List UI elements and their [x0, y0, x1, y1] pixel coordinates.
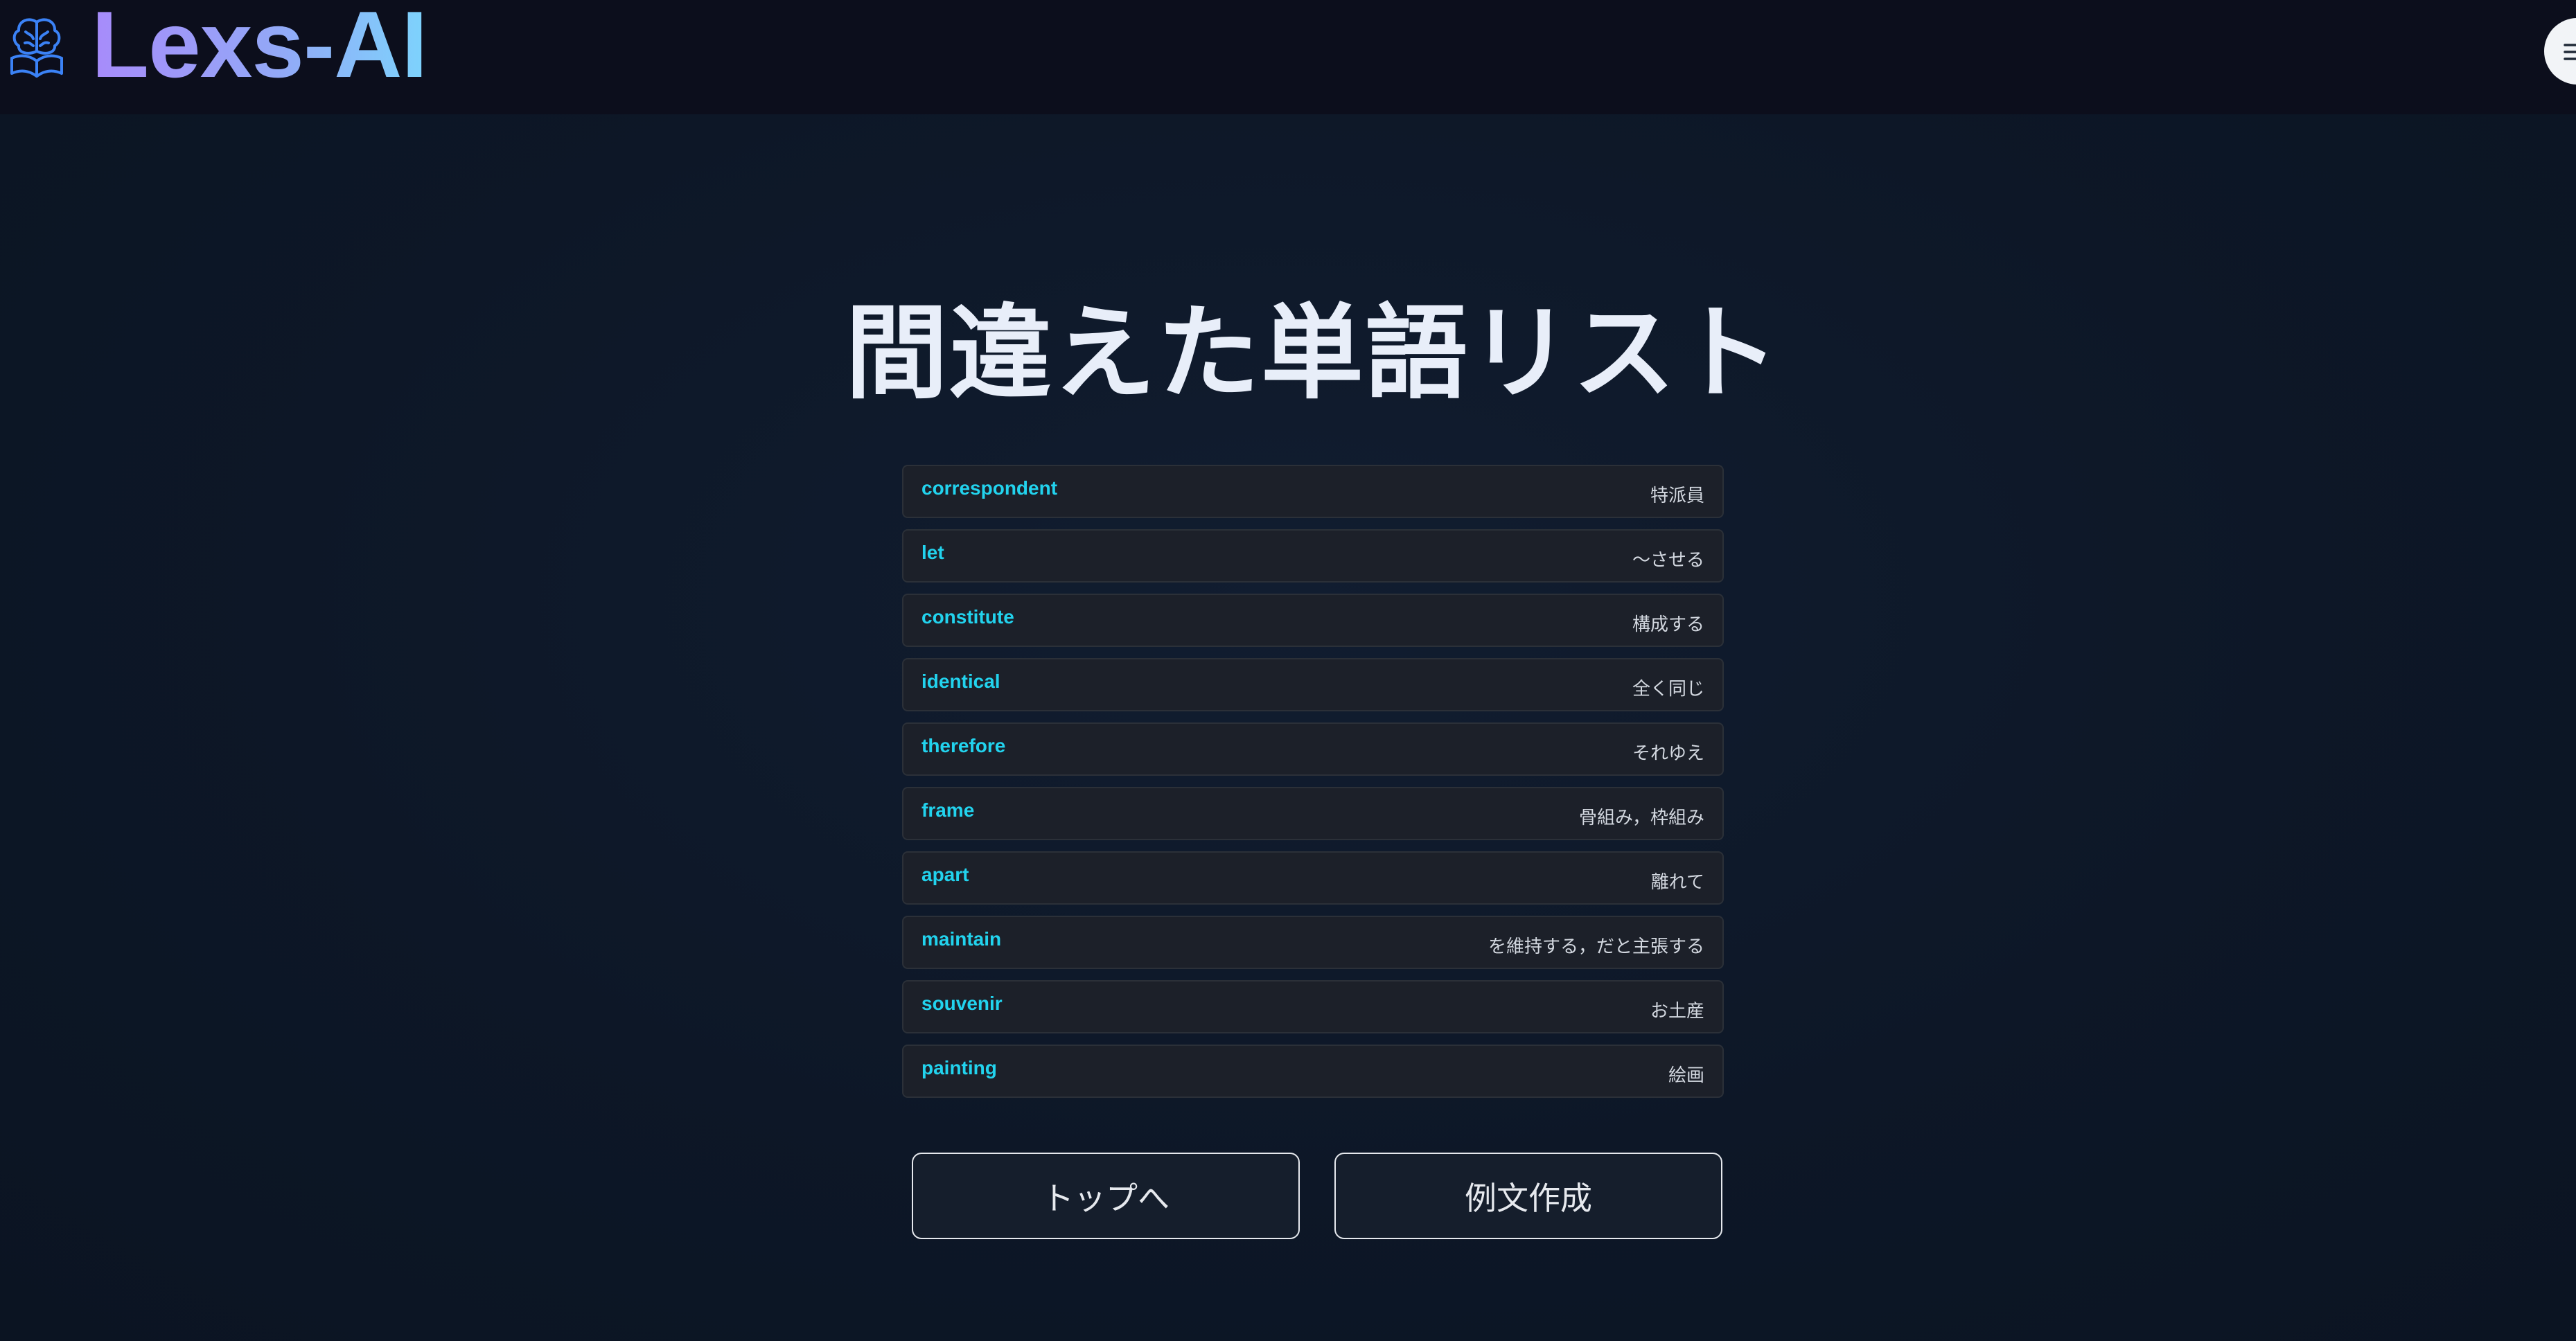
brain-book-icon	[10, 18, 63, 78]
create-example-button[interactable]: 例文作成	[1334, 1153, 1722, 1239]
word-japanese: 離れて	[1650, 872, 1704, 893]
list-item: maintain を維持する，だと主張する	[902, 916, 1724, 969]
hamburger-menu-icon	[2564, 44, 2576, 60]
list-item: frame 骨組み，枠組み	[902, 787, 1724, 840]
word-english: apart	[921, 864, 969, 885]
word-english: maintain	[921, 928, 1002, 950]
page: Lexs-AI 間違えた単語リスト correspondent 特派員 let …	[0, 0, 2576, 1341]
word-japanese: お土産	[1650, 1001, 1704, 1022]
word-english: painting	[921, 1057, 997, 1078]
list-item: apart 離れて	[902, 851, 1724, 905]
back-to-top-button[interactable]: トップへ	[912, 1153, 1300, 1239]
list-item: constitute 構成する	[902, 594, 1724, 647]
menu-button[interactable]	[2544, 18, 2576, 85]
word-english: let	[921, 542, 944, 563]
list-item: therefore それゆえ	[902, 722, 1724, 776]
list-item: souvenir お土産	[902, 980, 1724, 1033]
word-japanese: 〜させる	[1632, 550, 1704, 571]
word-list: correspondent 特派員 let 〜させる constitute 構成…	[902, 465, 1724, 1109]
list-item: painting 絵画	[902, 1045, 1724, 1098]
word-english: therefore	[921, 735, 1006, 756]
word-japanese: それゆえ	[1632, 743, 1704, 764]
word-english: constitute	[921, 606, 1014, 628]
word-japanese: 特派員	[1650, 486, 1704, 506]
list-item: identical 全く同じ	[902, 658, 1724, 711]
brand-logo[interactable]: Lexs-AI	[91, 0, 427, 93]
word-english: identical	[921, 670, 1000, 692]
word-english: souvenir	[921, 993, 1003, 1014]
word-japanese: 絵画	[1668, 1065, 1704, 1086]
word-english: correspondent	[921, 477, 1058, 499]
app-header: Lexs-AI	[0, 0, 2576, 114]
word-japanese: 骨組み，枠組み	[1579, 808, 1704, 828]
word-japanese: を維持する，だと主張する	[1488, 936, 1704, 957]
word-japanese: 構成する	[1632, 614, 1704, 635]
word-japanese: 全く同じ	[1632, 679, 1704, 700]
word-english: frame	[921, 799, 975, 821]
page-title: 間違えた単語リスト	[845, 294, 1781, 413]
list-item: let 〜させる	[902, 529, 1724, 583]
list-item: correspondent 特派員	[902, 465, 1724, 518]
